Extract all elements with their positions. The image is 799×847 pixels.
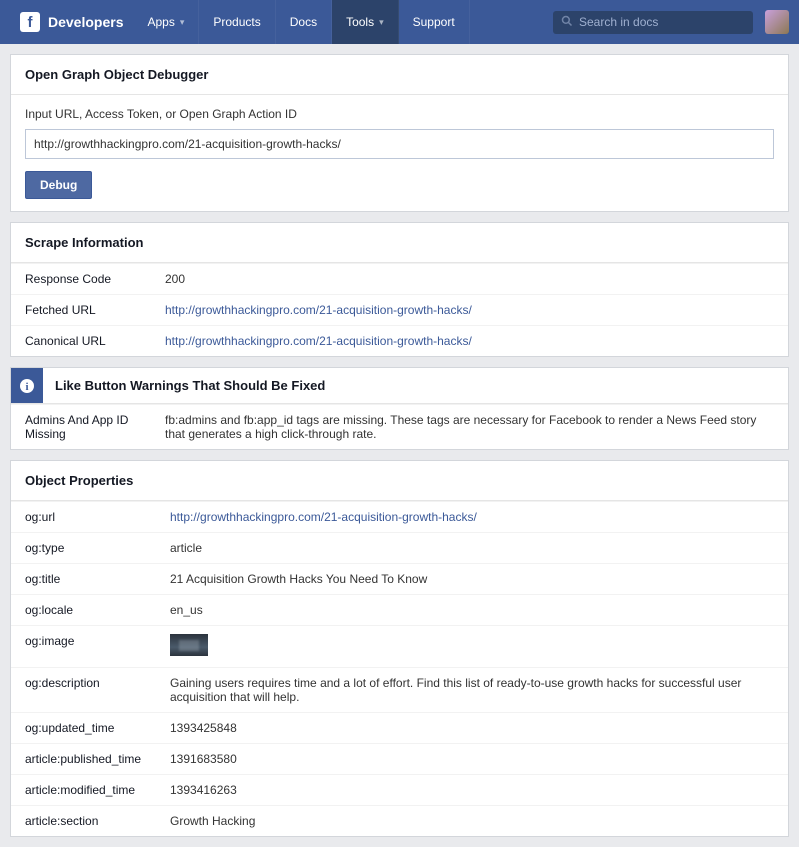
scrape-table: Response Code200Fetched URL http://growth… bbox=[11, 263, 788, 356]
nav-item-docs[interactable]: Docs bbox=[276, 0, 332, 44]
info-icon: i bbox=[11, 368, 43, 403]
link[interactable]: http://growthhackingpro.com/21-acquisiti… bbox=[165, 334, 472, 348]
row-key: og:type bbox=[11, 533, 156, 564]
object-properties-panel: Object Properties og:url http://growthhac… bbox=[10, 460, 789, 837]
debugger-panel: Open Graph Object Debugger Input URL, Ac… bbox=[10, 54, 789, 212]
row-key: article:modified_time bbox=[11, 775, 156, 806]
row-key: Response Code bbox=[11, 264, 151, 295]
scrape-title: Scrape Information bbox=[11, 223, 788, 263]
row-value: 21 Acquisition Growth Hacks You Need To … bbox=[156, 564, 788, 595]
nav-item-label: Docs bbox=[290, 15, 317, 29]
warnings-table: Admins And App ID Missingfb:admins and f… bbox=[11, 404, 788, 449]
row-key: Canonical URL bbox=[11, 326, 151, 357]
table-row: Response Code200 bbox=[11, 264, 788, 295]
table-row: og:url http://growthhackingpro.com/21-acq… bbox=[11, 502, 788, 533]
debugger-title: Open Graph Object Debugger bbox=[11, 55, 788, 95]
table-row: Fetched URL http://growthhackingpro.com/2… bbox=[11, 295, 788, 326]
table-row: og:image bbox=[11, 626, 788, 668]
table-row: og:descriptionGaining users requires tim… bbox=[11, 668, 788, 713]
properties-table: og:url http://growthhackingpro.com/21-acq… bbox=[11, 501, 788, 836]
nav-item-products[interactable]: Products bbox=[199, 0, 275, 44]
avatar[interactable] bbox=[765, 10, 789, 34]
chevron-down-icon: ▾ bbox=[180, 17, 185, 28]
link[interactable]: http://growthhackingpro.com/21-acquisiti… bbox=[170, 510, 477, 524]
nav-item-tools[interactable]: Tools ▾ bbox=[332, 0, 399, 44]
table-row: Admins And App ID Missingfb:admins and f… bbox=[11, 405, 788, 450]
table-row: og:typearticle bbox=[11, 533, 788, 564]
scrape-info-panel: Scrape Information Response Code200Fetch… bbox=[10, 222, 789, 357]
row-key: og:description bbox=[11, 668, 156, 713]
row-value: 1391683580 bbox=[156, 744, 788, 775]
warnings-header: i Like Button Warnings That Should Be Fi… bbox=[11, 368, 788, 404]
chevron-down-icon: ▾ bbox=[379, 17, 384, 28]
nav-item-label: Apps bbox=[147, 15, 174, 29]
row-value: article bbox=[156, 533, 788, 564]
table-row: og:title21 Acquisition Growth Hacks You … bbox=[11, 564, 788, 595]
row-key: Admins And App ID Missing bbox=[11, 405, 151, 450]
row-value: 1393425848 bbox=[156, 713, 788, 744]
row-value bbox=[156, 626, 788, 668]
brand-label: Developers bbox=[48, 14, 123, 30]
row-value: fb:admins and fb:app_id tags are missing… bbox=[151, 405, 788, 450]
object-properties-title: Object Properties bbox=[11, 461, 788, 501]
nav-item-label: Tools bbox=[346, 15, 374, 29]
row-value: http://growthhackingpro.com/21-acquisiti… bbox=[156, 502, 788, 533]
url-input[interactable] bbox=[25, 129, 774, 159]
table-row: og:updated_time1393425848 bbox=[11, 713, 788, 744]
nav-item-apps[interactable]: Apps ▾ bbox=[133, 0, 199, 44]
row-key: Fetched URL bbox=[11, 295, 151, 326]
row-value: en_us bbox=[156, 595, 788, 626]
row-value: Gaining users requires time and a lot of… bbox=[156, 668, 788, 713]
table-row: Canonical URL http://growthhackingpro.com… bbox=[11, 326, 788, 357]
table-row: article:published_time1391683580 bbox=[11, 744, 788, 775]
top-nav: f Developers Apps ▾ Products Docs Tools ▾ Supp… bbox=[0, 0, 799, 44]
row-key: og:updated_time bbox=[11, 713, 156, 744]
search-input[interactable] bbox=[579, 15, 745, 29]
row-key: og:title bbox=[11, 564, 156, 595]
nav-item-label: Support bbox=[413, 15, 455, 29]
table-row: article:modified_time1393416263 bbox=[11, 775, 788, 806]
warnings-panel: i Like Button Warnings That Should Be Fi… bbox=[10, 367, 789, 450]
svg-text:i: i bbox=[25, 381, 28, 393]
row-key: og:locale bbox=[11, 595, 156, 626]
og-image-thumbnail[interactable] bbox=[170, 634, 208, 656]
link[interactable]: http://growthhackingpro.com/21-acquisiti… bbox=[165, 303, 472, 317]
row-key: og:image bbox=[11, 626, 156, 668]
url-input-label: Input URL, Access Token, or Open Graph A… bbox=[25, 107, 774, 121]
nav-item-label: Products bbox=[213, 15, 260, 29]
row-key: og:url bbox=[11, 502, 156, 533]
table-row: og:localeen_us bbox=[11, 595, 788, 626]
row-value: http://growthhackingpro.com/21-acquisiti… bbox=[151, 326, 788, 357]
warnings-header-text: Like Button Warnings That Should Be Fixe… bbox=[43, 368, 788, 403]
search-icon bbox=[561, 15, 573, 30]
facebook-icon: f bbox=[20, 12, 40, 32]
row-value: http://growthhackingpro.com/21-acquisiti… bbox=[151, 295, 788, 326]
row-key: article:section bbox=[11, 806, 156, 837]
brand[interactable]: f Developers bbox=[10, 0, 133, 44]
row-value: 1393416263 bbox=[156, 775, 788, 806]
search-box[interactable] bbox=[553, 11, 753, 34]
debug-button[interactable]: Debug bbox=[25, 171, 92, 199]
row-value: Growth Hacking bbox=[156, 806, 788, 837]
row-key: article:published_time bbox=[11, 744, 156, 775]
nav-item-support[interactable]: Support bbox=[399, 0, 470, 44]
row-value: 200 bbox=[151, 264, 788, 295]
table-row: article:sectionGrowth Hacking bbox=[11, 806, 788, 837]
